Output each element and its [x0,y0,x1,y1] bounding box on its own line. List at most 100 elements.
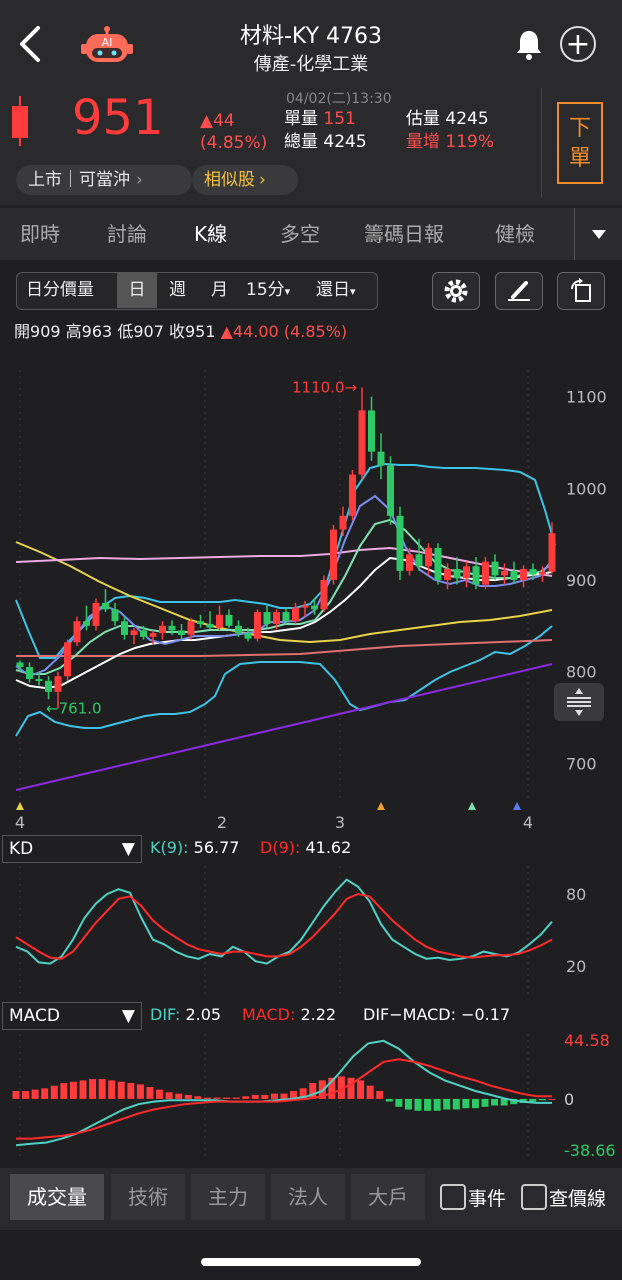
candle-body [140,630,147,637]
candle-body [282,612,290,622]
osc-bar [270,1093,278,1099]
period-15min[interactable]: 15分▾ [246,272,290,308]
period-month[interactable]: 月 [211,272,228,308]
candle-body [453,569,461,579]
events-checkbox[interactable] [440,1184,466,1210]
period-day[interactable]: 日 [117,272,157,308]
settings-gear-icon[interactable] [432,272,480,310]
low-label: 低 [117,322,134,341]
macd-number: 2.22 [300,1005,337,1024]
osc-bar [538,1098,546,1101]
candle-body [73,621,81,643]
kd-indicator-select[interactable]: KD ▼ [2,835,142,863]
add-watchlist-icon[interactable]: + [560,26,596,62]
tab-health-check[interactable]: 健檢 [495,208,535,260]
osc-bar [165,1092,173,1099]
market-tag[interactable]: 上市｜可當沖 › [16,165,192,195]
osc-bar [366,1085,374,1099]
tab-chip-report[interactable]: 籌碼日報 [364,208,444,260]
tab-long-short[interactable]: 多空 [280,208,320,260]
osc-bar [433,1098,441,1111]
macd-indicator-select[interactable]: MACD ▼ [2,1002,142,1030]
back-icon[interactable] [12,22,48,66]
candle-body [425,547,432,567]
osc-bar [117,1081,125,1099]
candle-body [64,642,71,677]
price-line-checkbox[interactable] [521,1184,547,1210]
y-tick-label: 0 [564,1090,574,1109]
candle-body [159,625,166,634]
osc-bar [443,1098,451,1110]
ohlc-change: ▲44.00 (4.85%) [220,322,348,341]
dropdown-icon: ▼ [121,839,135,859]
candle-body [206,624,214,628]
macd-chart[interactable]: 44.58 0 -38.66 [0,1030,622,1165]
price-change-pct: (4.85%) [200,133,268,153]
candle-body [406,554,413,571]
candle-body [472,566,480,585]
osc-bar [69,1081,77,1099]
order-button[interactable]: 下單 [557,102,603,184]
mini-candle-icon [10,96,30,146]
candle-body [482,561,489,585]
tab-big-holders[interactable]: 大戶 [351,1174,425,1220]
candle-body [339,515,347,530]
y-tick-label: 900 [566,571,597,590]
price-adjust[interactable]: 還日▾ [316,272,356,308]
candle-body [225,614,233,626]
candle-body [491,561,499,576]
event-marker[interactable] [513,802,521,810]
osc-bar [156,1089,164,1099]
osc-bar [232,1097,240,1099]
dif-label: DIF: [150,1005,181,1024]
ai-robot-icon[interactable]: AI [80,26,134,68]
bell-icon[interactable] [512,28,546,62]
tab-discussion[interactable]: 討論 [107,208,147,260]
event-marker[interactable] [16,802,24,810]
osc-bar [242,1096,250,1099]
resize-handle-icon[interactable] [554,683,604,721]
single-volume: 單量 151 [284,108,356,130]
candle-body [178,630,185,635]
tab-technical[interactable]: 技術 [111,1174,185,1220]
tab-main-force[interactable]: 主力 [191,1174,265,1220]
tab-realtime[interactable]: 即時 [20,208,60,260]
period-daily-volume[interactable]: 日分價量 [26,272,94,308]
tab-institutional[interactable]: 法人 [271,1174,345,1220]
event-marker[interactable] [377,802,385,810]
candle-body [168,625,176,631]
osc-bar [529,1098,537,1102]
kd-chart[interactable]: 2080 [0,862,622,1002]
event-marker[interactable] [468,802,476,810]
osc-bar [213,1097,221,1099]
draw-pen-icon[interactable] [495,272,543,310]
x-tick-label: 4 [523,813,533,832]
market-tag-label: 上市｜可當沖 [28,170,130,190]
similar-stocks-button[interactable]: 相似股 › [192,165,298,195]
candle-body [187,621,195,635]
osc-bar [60,1083,68,1099]
total-volume-label: 總量 [284,132,318,152]
osc-bar [194,1096,202,1099]
dif-line [15,1039,552,1147]
x-tick-label: 3 [335,813,345,832]
d-number: 41.62 [305,838,352,857]
osc-bar [357,1080,365,1099]
rotate-screen-icon[interactable] [557,272,605,310]
kline-chart[interactable]: 700 800 900 1000 1100 4 2 3 4 1110.0→ ←761.0 [0,340,622,840]
tab-kline[interactable]: K線 [194,208,227,260]
more-tabs-icon[interactable] [590,226,608,245]
candle-body [434,547,442,580]
macd-value: MACD: 2.22 [242,1005,336,1024]
candle-body [35,679,43,681]
osc-bar [491,1098,499,1106]
osc-bar [12,1090,20,1099]
k-label: K(9): [150,838,189,857]
high-label: 高 [65,322,82,341]
period-week[interactable]: 週 [169,272,186,308]
x-tick-label: 2 [217,813,227,832]
tab-volume[interactable]: 成交量 [10,1174,104,1220]
candle-body [396,515,404,571]
osc-bar [376,1090,384,1099]
candle-body [111,609,119,622]
